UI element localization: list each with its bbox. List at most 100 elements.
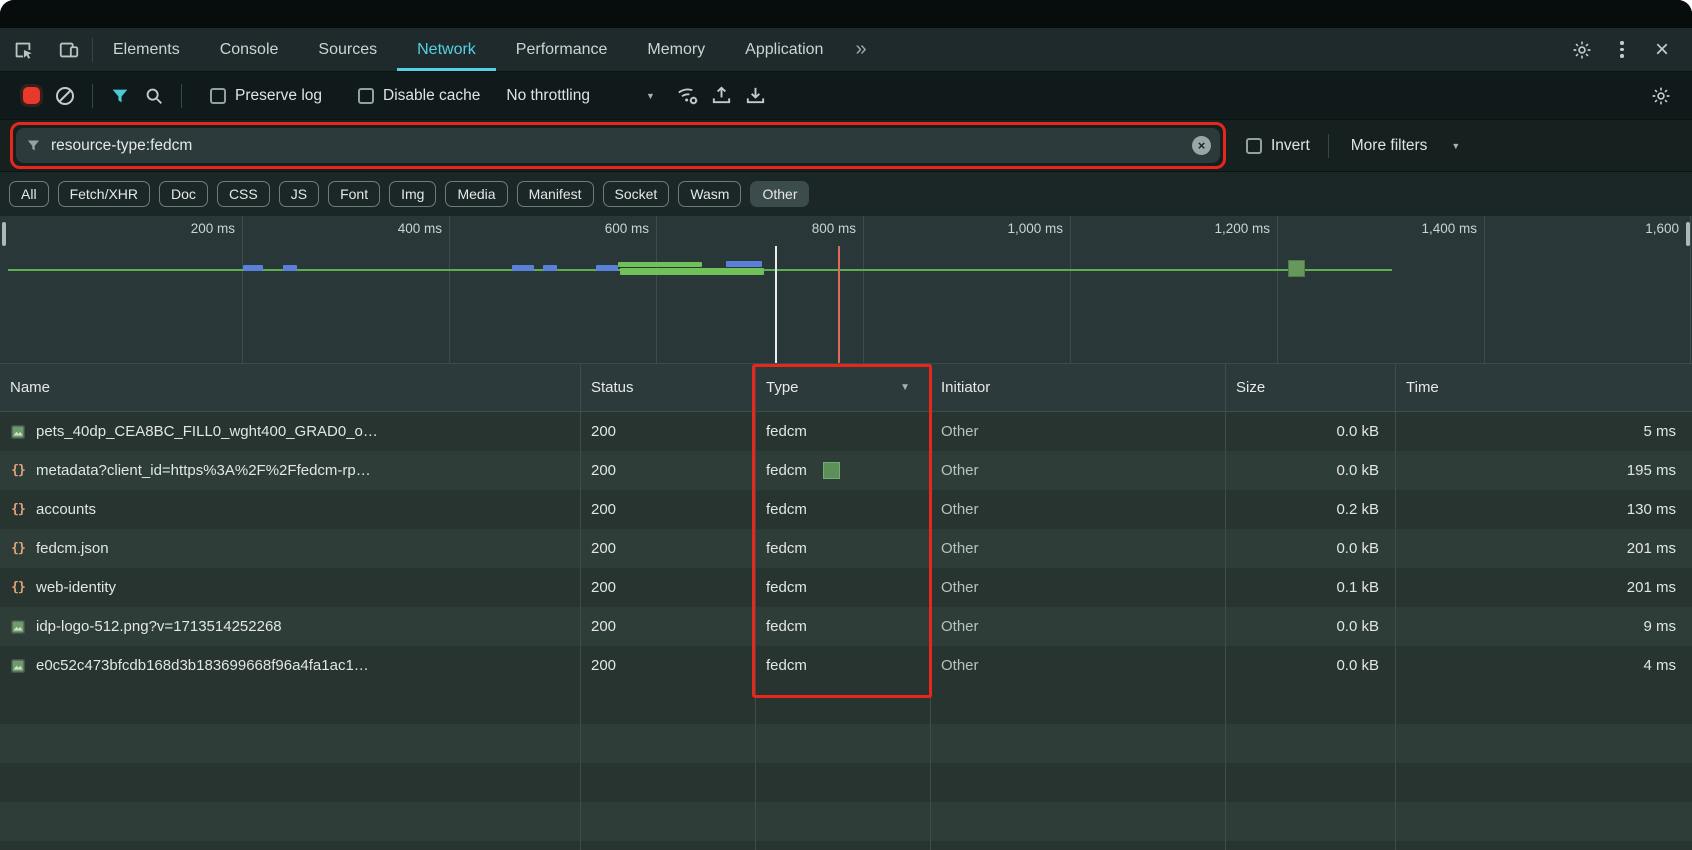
clear-filter-icon[interactable]: × [1192,136,1211,155]
disable-cache-control[interactable]: Disable cache [358,87,480,105]
request-initiator: Other [930,490,1225,529]
tab-memory[interactable]: Memory [627,28,725,71]
request-type: fedcm [755,451,930,490]
json-file-icon [9,540,27,558]
filter-input-container[interactable]: × [16,128,1220,163]
tick-label: 400 ms [398,221,449,236]
invert-filter-control[interactable]: Invert [1246,137,1310,155]
request-name: metadata?client_id=https%3A%2F%2Ffedcm-r… [0,451,580,490]
record-network-log-button[interactable] [14,79,48,113]
request-name-text: accounts [36,501,96,518]
request-name-text: e0c52c473bfcdb168d3b183699668f96a4fa1ac1… [36,657,369,674]
tick-label: 800 ms [812,221,863,236]
network-settings-gear-icon[interactable] [1644,79,1678,113]
inspect-element-icon[interactable] [0,28,46,71]
chevron-down-icon: ▼ [1451,141,1460,151]
json-file-icon [9,579,27,597]
window-title-strip [0,0,1692,28]
request-status: 200 [580,490,755,529]
column-header-size[interactable]: Size [1225,364,1395,411]
json-file-icon [9,462,27,480]
device-toolbar-icon[interactable] [46,28,92,71]
chip-socket[interactable]: Socket [603,181,670,207]
chip-doc[interactable]: Doc [159,181,208,207]
tick-label: 1,400 ms [1421,221,1484,236]
gridline [1484,216,1485,364]
request-status: 200 [580,412,755,451]
table-row[interactable]: web-identity 200 fedcm Other 0.1 kB 201 … [0,568,1692,607]
column-header-type[interactable]: Type ▼ [755,364,930,411]
invert-checkbox[interactable] [1246,138,1262,154]
tab-console[interactable]: Console [200,28,299,71]
chip-css[interactable]: CSS [217,181,270,207]
table-row[interactable]: metadata?client_id=https%3A%2F%2Ffedcm-r… [0,451,1692,490]
clear-network-log-icon[interactable] [48,79,82,113]
column-header-time[interactable]: Time [1395,364,1692,411]
overview-left-grip[interactable] [2,222,6,246]
request-name: e0c52c473bfcdb168d3b183699668f96a4fa1ac1… [0,646,580,685]
settings-gear-icon[interactable] [1562,28,1602,71]
table-row[interactable]: pets_40dp_CEA8BC_FILL0_wght400_GRAD0_o… … [0,412,1692,451]
column-header-status[interactable]: Status [580,364,755,411]
kebab-menu-icon[interactable] [1602,28,1642,71]
request-size: 0.2 kB [1225,490,1395,529]
close-devtools-icon[interactable]: × [1642,28,1682,71]
tab-elements[interactable]: Elements [93,28,200,71]
resource-type-chips: All Fetch/XHR Doc CSS JS Font Img Media … [0,172,1692,216]
filter-input[interactable] [51,137,1183,155]
search-icon[interactable] [137,79,171,113]
chip-other[interactable]: Other [750,181,809,207]
request-name: pets_40dp_CEA8BC_FILL0_wght400_GRAD0_o… [0,412,580,451]
waterfall-bar [283,265,297,271]
table-row[interactable]: e0c52c473bfcdb168d3b183699668f96a4fa1ac1… [0,646,1692,685]
request-time: 5 ms [1395,412,1692,451]
import-har-icon[interactable] [705,79,739,113]
chip-img[interactable]: Img [389,181,436,207]
chip-all[interactable]: All [9,181,49,207]
overview-right-grip[interactable] [1686,222,1690,246]
chip-font[interactable]: Font [328,181,380,207]
chip-fetch-xhr[interactable]: Fetch/XHR [58,181,150,207]
tab-network[interactable]: Network [397,28,496,71]
preserve-log-control[interactable]: Preserve log [210,87,322,105]
request-size: 0.0 kB [1225,646,1395,685]
request-type: fedcm [755,568,930,607]
column-header-name[interactable]: Name [0,364,580,411]
chip-wasm[interactable]: Wasm [678,181,741,207]
throttling-select[interactable]: No throttling ▼ [506,87,655,105]
tab-application[interactable]: Application [725,28,843,71]
waterfall-bar [243,265,263,271]
more-filters-dropdown[interactable]: More filters ▼ [1351,137,1461,155]
network-conditions-icon[interactable] [671,79,705,113]
tab-sources[interactable]: Sources [298,28,397,71]
chip-manifest[interactable]: Manifest [517,181,594,207]
request-initiator: Other [930,607,1225,646]
disable-cache-checkbox[interactable] [358,88,374,104]
divider [1328,134,1329,158]
request-type: fedcm [755,607,930,646]
waterfall-bar [512,265,534,271]
gridline [656,216,657,364]
more-tabs-icon[interactable]: » [843,28,878,71]
column-header-initiator[interactable]: Initiator [930,364,1225,411]
table-row[interactable]: idp-logo-512.png?v=1713514252268 200 fed… [0,607,1692,646]
more-filters-label: More filters [1351,137,1428,155]
table-row[interactable]: fedcm.json 200 fedcm Other 0.0 kB 201 ms [0,529,1692,568]
tab-performance[interactable]: Performance [496,28,628,71]
invert-label: Invert [1271,137,1310,155]
table-empty-area [0,685,1692,850]
json-file-icon [9,501,27,519]
request-name-text: pets_40dp_CEA8BC_FILL0_wght400_GRAD0_o… [36,423,378,440]
load-event-line [838,246,840,364]
tab-bar: Elements Console Sources Network Perform… [0,28,1692,72]
network-overview-timeline[interactable]: 200 ms 400 ms 600 ms 800 ms 1,000 ms 1,2… [0,216,1692,364]
request-time: 201 ms [1395,529,1692,568]
request-initiator: Other [930,646,1225,685]
chip-js[interactable]: JS [279,181,319,207]
filter-toggle-icon[interactable] [103,79,137,113]
preserve-log-checkbox[interactable] [210,88,226,104]
export-har-icon[interactable] [739,79,773,113]
chip-media[interactable]: Media [445,181,507,207]
request-status: 200 [580,529,755,568]
table-row[interactable]: accounts 200 fedcm Other 0.2 kB 130 ms [0,490,1692,529]
